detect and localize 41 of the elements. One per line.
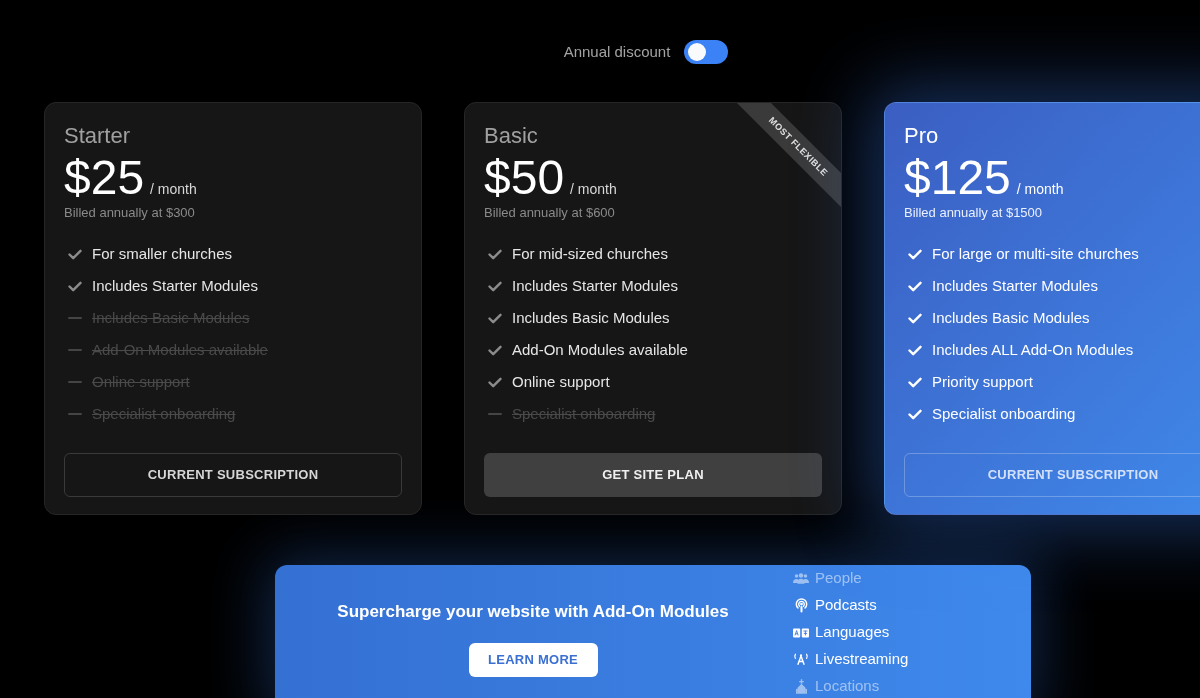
plan-button[interactable]: CURRENT SUBSCRIPTION	[64, 453, 402, 497]
plan-price: $125	[904, 154, 1011, 202]
feature-text: Includes Starter Modules	[92, 275, 258, 296]
feature-text: Includes ALL Add-On Modules	[932, 339, 1134, 360]
feature-text: Includes Basic Modules	[932, 307, 1090, 328]
billing-note: Billed annually at $1500	[904, 205, 1043, 221]
feature-text: Includes Starter Modules	[512, 275, 678, 296]
feature-text: Specialist onboarding	[932, 403, 1076, 424]
feature-text: Add-On Modules available	[512, 339, 688, 360]
billing-note: Billed annually at $600	[484, 205, 615, 221]
feature-text: Priority support	[932, 371, 1033, 392]
feature-text: Includes Basic Modules	[512, 307, 670, 328]
module-name: People	[815, 568, 862, 589]
price-period: / month	[1016, 180, 1064, 199]
translation-icon	[793, 627, 809, 638]
learn-more-button[interactable]: LEARN MORE	[468, 643, 598, 677]
plan-name: Starter	[64, 122, 131, 150]
module-name: Locations	[815, 676, 880, 697]
feature-text: For mid-sized churches	[512, 243, 668, 264]
plan-button[interactable]: GET SITE PLAN	[484, 453, 822, 497]
toggle-label: Annual discount	[563, 41, 671, 62]
module-name: Podcasts	[815, 595, 877, 616]
podcast-icon	[794, 598, 808, 613]
module-name: Livestreaming	[815, 649, 909, 670]
people-icon	[793, 573, 809, 584]
plan-name: Basic	[484, 122, 538, 150]
feature-text: For large or multi-site churches	[932, 243, 1139, 264]
module-name: Languages	[815, 622, 890, 643]
plan-price: $50	[484, 154, 565, 202]
price-period: / month	[570, 180, 617, 199]
broadcast-icon	[793, 653, 809, 666]
plan-name: Pro	[904, 122, 939, 150]
annual-discount-switch[interactable]	[684, 40, 729, 64]
billing-note: Billed annually at $300	[64, 205, 195, 221]
feature-text: Includes Starter Modules	[932, 275, 1098, 296]
price-period: / month	[150, 180, 197, 199]
church-icon	[795, 679, 807, 694]
feature-text: For smaller churches	[92, 243, 233, 264]
banner-heading: Supercharge your website with Add-On Modules	[337, 601, 729, 623]
plan-price: $25	[64, 154, 145, 202]
feature-text: Online support	[512, 371, 610, 392]
